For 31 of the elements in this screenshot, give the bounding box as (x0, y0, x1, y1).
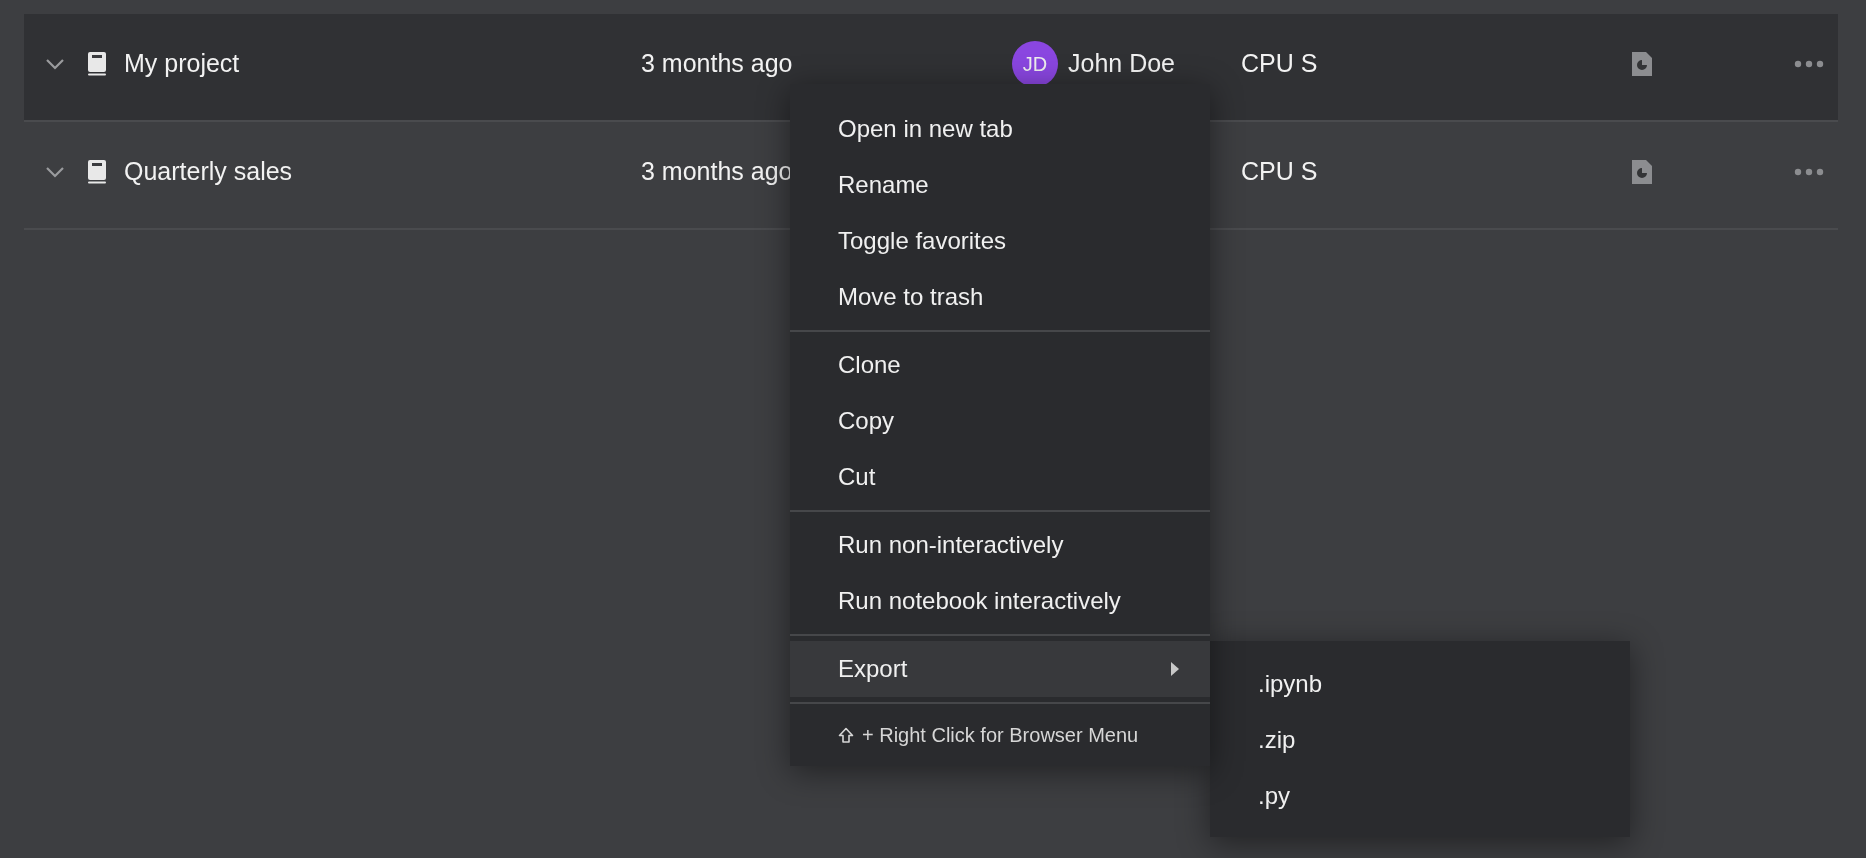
compute-label: CPU S (1241, 48, 1318, 80)
submenu-item[interactable]: .ipynb (1210, 655, 1630, 711)
menu-item[interactable]: Run non-interactively (790, 517, 1210, 573)
file-name[interactable]: My project (124, 45, 240, 83)
file-chart-icon (1630, 50, 1654, 78)
owner-name: John Doe (1068, 48, 1176, 80)
menu-item[interactable]: Move to trash (790, 269, 1210, 325)
shift-key-icon (838, 726, 854, 744)
submenu-item[interactable]: .zip (1210, 711, 1630, 767)
compute-label: CPU S (1241, 156, 1318, 188)
menu-item[interactable]: Copy (790, 393, 1210, 449)
more-options-icon[interactable] (1794, 60, 1824, 68)
modified-time: 3 months ago (641, 156, 793, 188)
submenu-item[interactable]: .py (1210, 767, 1630, 823)
notebook-icon (86, 159, 108, 185)
menu-item[interactable]: Export (790, 641, 1210, 697)
modified-time: 3 months ago (641, 48, 793, 80)
menu-item[interactable]: Toggle favorites (790, 213, 1210, 269)
notebook-icon (86, 51, 108, 77)
menu-item[interactable]: Clone (790, 337, 1210, 393)
menu-item[interactable]: Run notebook interactively (790, 573, 1210, 629)
chevron-down-icon[interactable] (44, 57, 66, 71)
menu-item[interactable]: Rename (790, 157, 1210, 213)
chevron-down-icon[interactable] (44, 165, 66, 179)
submenu-arrow-icon (1170, 661, 1180, 677)
menu-item[interactable]: Cut (790, 449, 1210, 505)
file-chart-icon (1630, 158, 1654, 186)
more-options-icon[interactable] (1794, 168, 1824, 176)
file-name[interactable]: Quarterly sales (124, 153, 293, 191)
avatar: JD (1012, 41, 1058, 87)
menu-hint: + Right Click for Browser Menu (862, 723, 1139, 748)
